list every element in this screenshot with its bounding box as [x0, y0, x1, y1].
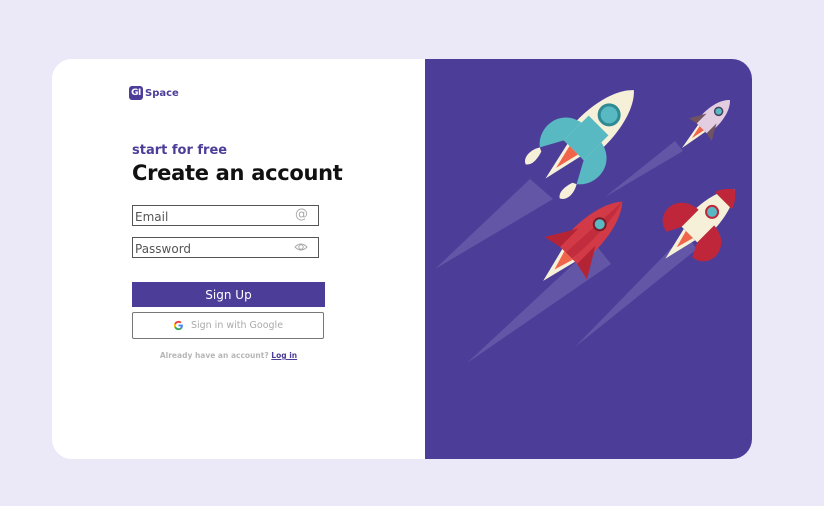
password-field-wrapper: [132, 237, 319, 259]
page-title: Create an account: [132, 161, 343, 185]
form-panel: GI Space start for free Create an accoun…: [52, 59, 425, 459]
illustration-panel: [425, 59, 752, 459]
login-prompt-text: Already have an account?: [159, 351, 269, 360]
logo-text: Space: [145, 87, 179, 99]
google-sign-in-button[interactable]: Sign in with Google: [132, 312, 324, 339]
at-icon: @: [295, 207, 308, 222]
google-button-label: Sign in with Google: [190, 320, 284, 331]
rockets-illustration: [435, 90, 736, 363]
sign-up-button[interactable]: Sign Up: [132, 282, 325, 307]
signup-card: GI Space start for free Create an accoun…: [52, 59, 752, 459]
email-field-wrapper: @: [132, 205, 319, 227]
logo-badge: GI: [129, 86, 143, 100]
log-in-link[interactable]: Log in: [271, 351, 297, 360]
rocket-teal: [525, 90, 634, 199]
brand-logo[interactable]: GI Space: [129, 85, 179, 101]
eye-icon[interactable]: [294, 241, 308, 256]
google-icon: [173, 320, 183, 331]
login-prompt-row: Already have an account? Log in: [132, 351, 325, 360]
password-input[interactable]: [133, 239, 285, 259]
page-subtitle: start for free: [132, 143, 228, 158]
email-input[interactable]: [133, 207, 285, 227]
